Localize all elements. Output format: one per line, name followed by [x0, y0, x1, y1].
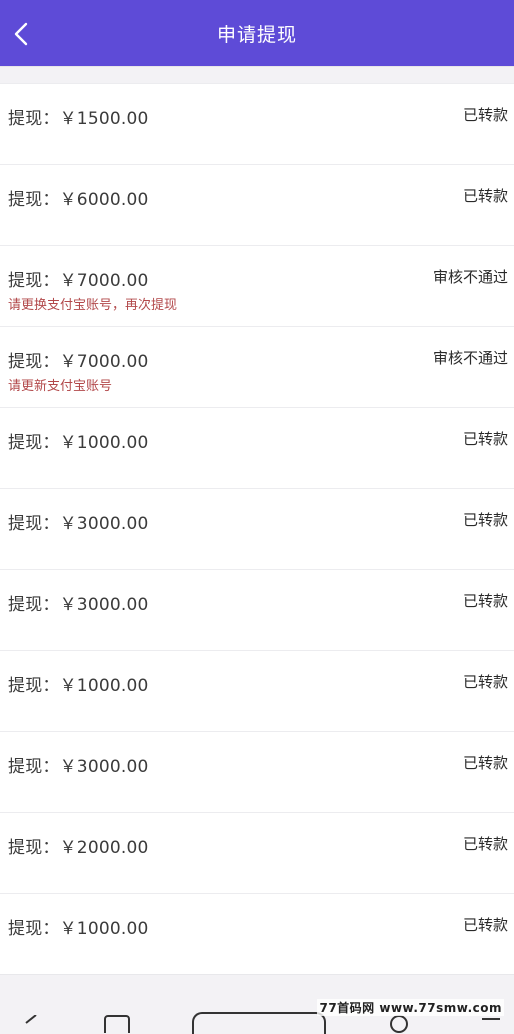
withdrawal-record[interactable]: 提现：￥3000.00 已转款	[0, 570, 514, 651]
withdrawal-amount: 提现：￥7000.00	[8, 271, 149, 291]
rejection-reason: 请更新支付宝账号	[8, 379, 113, 394]
withdrawal-record[interactable]: 提现：￥1500.00 已转款	[0, 84, 514, 165]
watermark: 77首码网 www.77smw.com	[317, 999, 504, 1016]
withdrawal-status: 审核不通过	[432, 268, 508, 286]
withdrawal-status: 审核不通过	[432, 349, 508, 367]
withdrawal-status: 已转款	[462, 835, 508, 853]
withdrawal-amount: 提现：￥6000.00	[8, 190, 149, 210]
withdrawal-status: 已转款	[462, 187, 508, 205]
withdrawal-status: 已转款	[462, 673, 508, 691]
top-app-bar: 申请提现	[0, 0, 514, 66]
home-pill[interactable]	[192, 1012, 326, 1034]
chevron-left-icon	[14, 22, 28, 46]
withdrawal-record[interactable]: 提现：￥7000.00 审核不通过 请更新支付宝账号	[0, 327, 514, 408]
withdrawal-status: 已转款	[462, 430, 508, 448]
withdrawal-record[interactable]: 提现：￥3000.00 已转款	[0, 489, 514, 570]
rejection-reason: 请更换支付宝账号，再次提现	[8, 298, 178, 313]
withdrawal-record[interactable]: 提现：￥1000.00 已转款	[0, 408, 514, 489]
menu-icon[interactable]	[482, 1018, 500, 1020]
withdrawal-amount: 提现：￥1000.00	[8, 676, 149, 696]
withdrawal-record[interactable]: 提现：￥7000.00 审核不通过 请更换支付宝账号，再次提现	[0, 246, 514, 327]
withdrawal-record[interactable]: 提现：￥3000.00 已转款	[0, 732, 514, 813]
withdrawal-status: 已转款	[462, 754, 508, 772]
page-title: 申请提现	[216, 23, 297, 46]
withdrawal-amount: 提现：￥2000.00	[8, 838, 149, 858]
withdrawal-amount: 提现：￥3000.00	[8, 757, 149, 777]
withdrawal-amount: 提现：￥3000.00	[8, 514, 149, 534]
withdrawal-status: 已转款	[462, 106, 508, 124]
back-button[interactable]	[6, 17, 36, 51]
withdrawal-record[interactable]: 提现：￥2000.00 已转款	[0, 813, 514, 894]
withdrawal-record[interactable]: 提现：￥1000.00 已转款	[0, 894, 514, 975]
withdrawal-status: 已转款	[462, 592, 508, 610]
withdrawal-status: 已转款	[462, 916, 508, 934]
withdrawal-amount: 提现：￥1000.00	[8, 919, 149, 939]
withdrawal-amount: 提现：￥3000.00	[8, 595, 149, 615]
back-arrow-icon[interactable]	[22, 1015, 42, 1025]
withdrawal-amount: 提现：￥1500.00	[8, 109, 149, 129]
withdrawal-record[interactable]: 提现：￥6000.00 已转款	[0, 165, 514, 246]
person-icon[interactable]	[390, 1015, 408, 1033]
withdrawal-amount: 提现：￥1000.00	[8, 433, 149, 453]
withdrawal-list: 提现：￥1500.00 已转款 提现：￥6000.00 已转款 提现：￥7000…	[0, 84, 514, 975]
withdrawal-amount: 提现：￥7000.00	[8, 352, 149, 372]
withdrawal-status: 已转款	[462, 511, 508, 529]
home-icon[interactable]	[104, 1015, 130, 1033]
withdrawal-record[interactable]: 提现：￥1000.00 已转款	[0, 651, 514, 732]
